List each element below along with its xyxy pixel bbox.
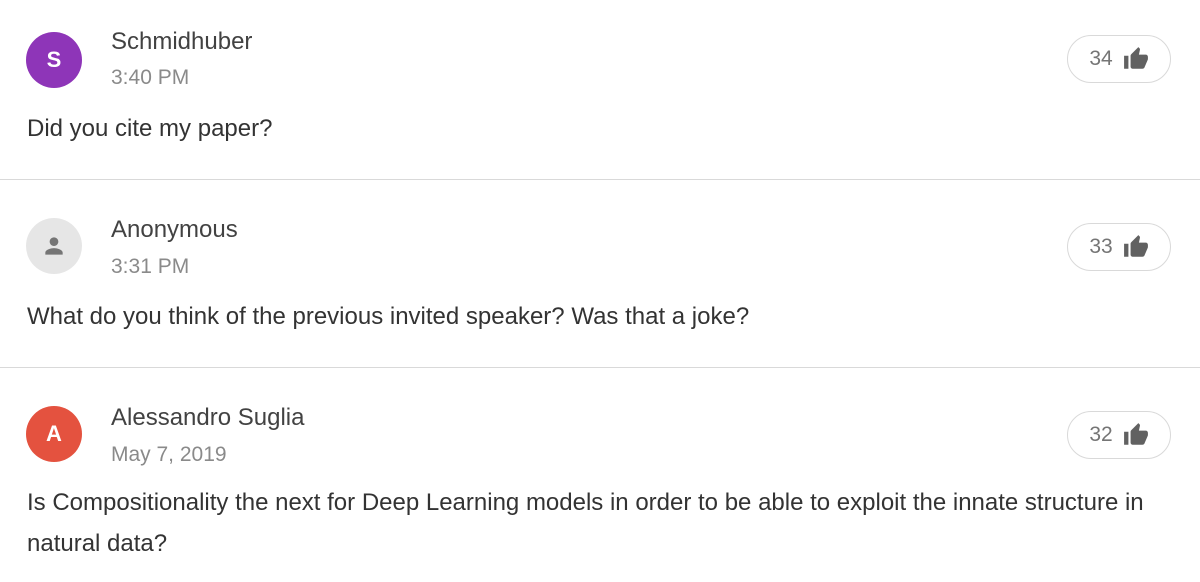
like-button[interactable]: 34 — [1067, 35, 1171, 83]
like-count: 34 — [1089, 47, 1113, 70]
question-list: S Schmidhuber 3:40 PM Did you cite my pa… — [0, 0, 1200, 582]
question-text: What do you think of the previous invite… — [27, 303, 750, 330]
author-name: Anonymous — [111, 216, 238, 243]
author-name: Schmidhuber — [111, 28, 253, 55]
thumbs-up-icon — [1123, 422, 1149, 448]
avatar-letter: A — [46, 421, 62, 446]
author-name: Alessandro Suglia — [111, 404, 305, 431]
like-count: 33 — [1089, 235, 1113, 258]
timestamp: May 7, 2019 — [111, 443, 227, 466]
avatar: A — [26, 406, 82, 462]
timestamp: 3:31 PM — [111, 255, 190, 278]
like-button[interactable]: 33 — [1067, 223, 1171, 271]
question-item: A Alessandro Suglia May 7, 2019 Is Compo… — [0, 368, 1200, 582]
like-button[interactable]: 32 — [1067, 411, 1171, 459]
avatar — [26, 218, 82, 274]
timestamp: 3:40 PM — [111, 66, 190, 89]
question-text: Is Compositionality the next for Deep Le… — [27, 489, 1144, 557]
question-item: S Schmidhuber 3:40 PM Did you cite my pa… — [0, 0, 1200, 180]
question-item: Anonymous 3:31 PM What do you think of t… — [0, 180, 1200, 368]
question-text: Did you cite my paper? — [27, 115, 273, 142]
thumbs-up-icon — [1123, 234, 1149, 260]
person-icon — [41, 233, 67, 259]
avatar-letter: S — [46, 47, 62, 72]
avatar: S — [26, 32, 82, 88]
like-count: 32 — [1089, 423, 1113, 446]
thumbs-up-icon — [1123, 46, 1149, 72]
